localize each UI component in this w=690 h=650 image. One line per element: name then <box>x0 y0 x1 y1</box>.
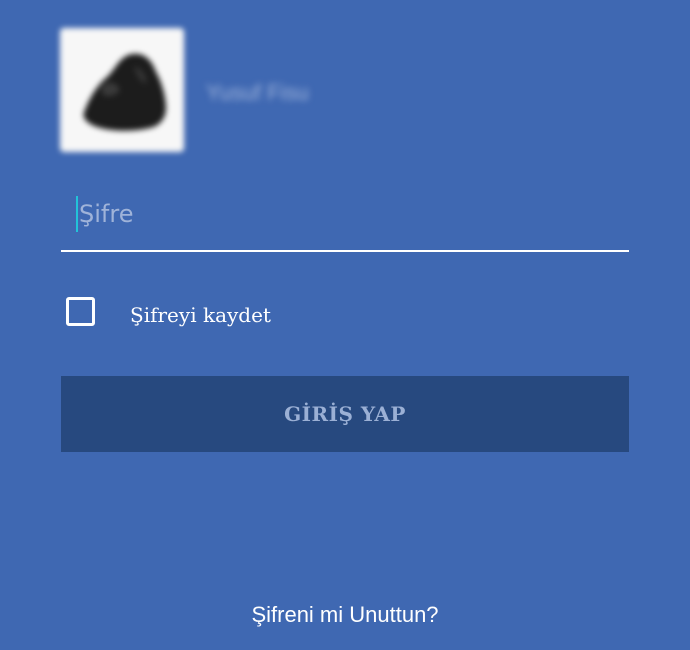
profile-photo-icon <box>83 53 166 131</box>
username-label: Yusuf Fisu <box>206 80 309 105</box>
remember-password-row[interactable]: Şifreyi kaydet <box>66 296 366 332</box>
password-field[interactable] <box>61 188 629 252</box>
remember-password-checkbox[interactable] <box>66 297 95 326</box>
text-cursor <box>76 196 78 232</box>
password-input[interactable] <box>79 192 619 236</box>
profile-avatar <box>60 28 184 152</box>
forgot-password-link[interactable]: Şifreni mi Unuttun? <box>0 602 690 628</box>
remember-password-label[interactable]: Şifreyi kaydet <box>130 303 271 327</box>
login-button[interactable]: GİRİŞ YAP <box>61 376 629 452</box>
